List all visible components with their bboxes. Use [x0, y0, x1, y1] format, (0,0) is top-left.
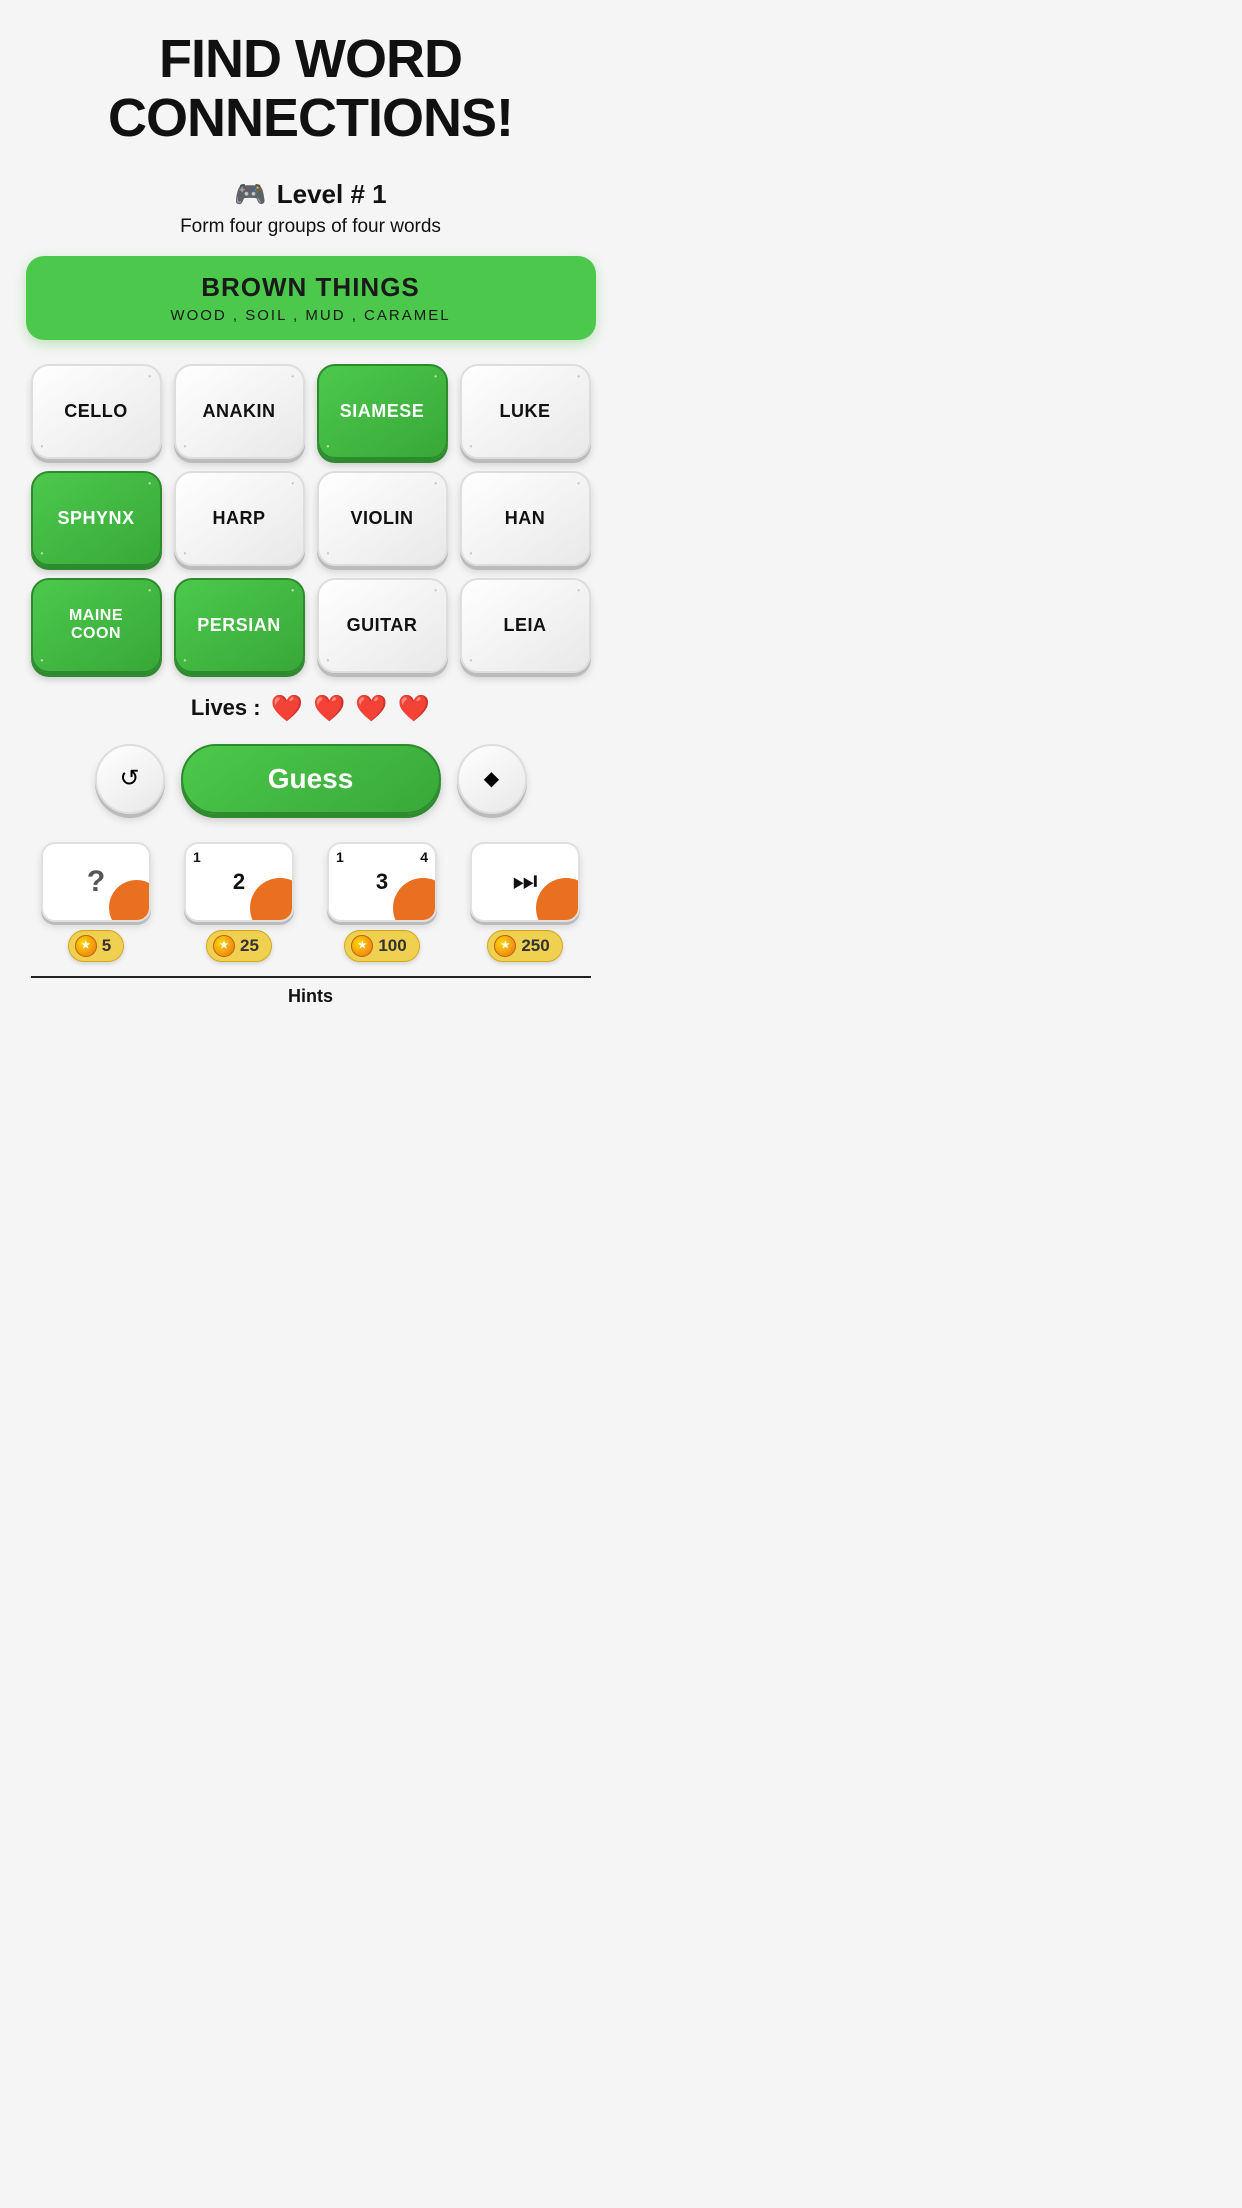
hint-item-4[interactable]: ⏭ ★ 250	[460, 842, 591, 962]
shuffle-button[interactable]: ↺	[95, 744, 165, 814]
word-tile-sphynx[interactable]: SPHYNX	[31, 471, 162, 566]
main-title: FIND WORD CONNECTIONS!	[108, 30, 513, 149]
word-tile-leia[interactable]: LEIA	[460, 578, 591, 673]
title-section: FIND WORD CONNECTIONS!	[88, 0, 533, 159]
hint-orange3-decoration	[393, 878, 437, 922]
hint-item-3[interactable]: 1 4 3 2 ★ 100	[317, 842, 448, 962]
hint-card-123[interactable]: 1 4 3 2	[327, 842, 437, 922]
title-line2: CONNECTIONS!	[108, 88, 513, 148]
hint-cost-label-3: 100	[378, 936, 406, 956]
word-tile-anakin[interactable]: ANAKIN	[174, 364, 305, 459]
hint-item-1[interactable]: ? ★ 5	[31, 842, 162, 962]
num-corner-top-right: 4	[420, 849, 428, 865]
hint-orange-decoration	[109, 880, 151, 922]
coin-icon-3: ★	[351, 935, 373, 957]
hint-card-question[interactable]: ?	[41, 842, 151, 922]
word-tile-han[interactable]: HAN	[460, 471, 591, 566]
hints-grid: ? ★ 5 1 2 ★ 25 1 4	[31, 842, 591, 962]
coin-icon-1: ★	[75, 935, 97, 957]
num-main-2: 2	[233, 869, 245, 895]
subtitle: Form four groups of four words	[180, 216, 441, 238]
num-corner-top-left: 1	[336, 849, 344, 865]
hint-orange2-decoration	[250, 878, 294, 922]
hints-label-row: Hints	[31, 976, 591, 1017]
word-tile-persian[interactable]: PERSIAN	[174, 578, 305, 673]
guess-button[interactable]: Guess	[181, 744, 441, 814]
action-row: ↺ Guess ◆	[95, 744, 527, 814]
hint-card-12[interactable]: 1 2	[184, 842, 294, 922]
lives-label: Lives :	[191, 695, 261, 721]
word-grid: CELLO ANAKIN SIAMESE LUKE SPHYNX HARP VI…	[21, 364, 601, 673]
guess-label: Guess	[268, 763, 354, 795]
heart-1: ❤️	[271, 693, 303, 724]
num-corner-1: 1	[193, 849, 201, 865]
green-banner: BROWN THINGS WOOD , SOIL , MUD , CARAMEL	[26, 256, 596, 340]
hint-cost-4: ★ 250	[487, 930, 562, 962]
hint-cost-3: ★ 100	[344, 930, 419, 962]
hints-section: ? ★ 5 1 2 ★ 25 1 4	[21, 842, 601, 1017]
word-tile-siamese[interactable]: SIAMESE	[317, 364, 448, 459]
hint-cost-2: ★ 25	[206, 930, 272, 962]
heart-3: ❤️	[355, 693, 387, 724]
coin-icon-2: ★	[213, 935, 235, 957]
word-tile-violin[interactable]: VIOLIN	[317, 471, 448, 566]
hints-label: Hints	[288, 986, 333, 1006]
level-row: 🎮 Level # 1	[234, 179, 386, 210]
banner-title: BROWN THINGS	[50, 272, 572, 303]
question-mark-icon: ?	[87, 865, 105, 899]
word-tile-guitar[interactable]: GUITAR	[317, 578, 448, 673]
hint-item-2[interactable]: 1 2 ★ 25	[174, 842, 305, 962]
level-icon: 🎮	[234, 179, 266, 210]
word-tile-luke[interactable]: LUKE	[460, 364, 591, 459]
hint-cost-1: ★ 5	[68, 930, 124, 962]
play-icon: ⏭	[512, 865, 537, 898]
heart-2: ❤️	[313, 693, 345, 724]
shuffle-icon: ↺	[119, 764, 139, 793]
erase-icon: ◆	[484, 766, 499, 791]
word-tile-cello[interactable]: CELLO	[31, 364, 162, 459]
num-main-3: 3	[376, 869, 388, 895]
level-text: Level # 1	[277, 179, 387, 210]
hint-cost-label-1: 5	[102, 936, 111, 956]
lives-row: Lives : ❤️ ❤️ ❤️ ❤️	[191, 693, 430, 724]
coin-icon-4: ★	[494, 935, 516, 957]
hint-card-play[interactable]: ⏭	[470, 842, 580, 922]
word-tile-maine-coon[interactable]: MAINECOON	[31, 578, 162, 673]
hint-cost-label-4: 250	[521, 936, 549, 956]
heart-4: ❤️	[398, 693, 430, 724]
erase-button[interactable]: ◆	[457, 744, 527, 814]
title-line1: FIND WORD	[159, 29, 462, 89]
banner-words: WOOD , SOIL , MUD , CARAMEL	[50, 307, 572, 324]
word-tile-harp[interactable]: HARP	[174, 471, 305, 566]
hint-orange4-decoration	[536, 878, 580, 922]
hint-cost-label-2: 25	[240, 936, 259, 956]
